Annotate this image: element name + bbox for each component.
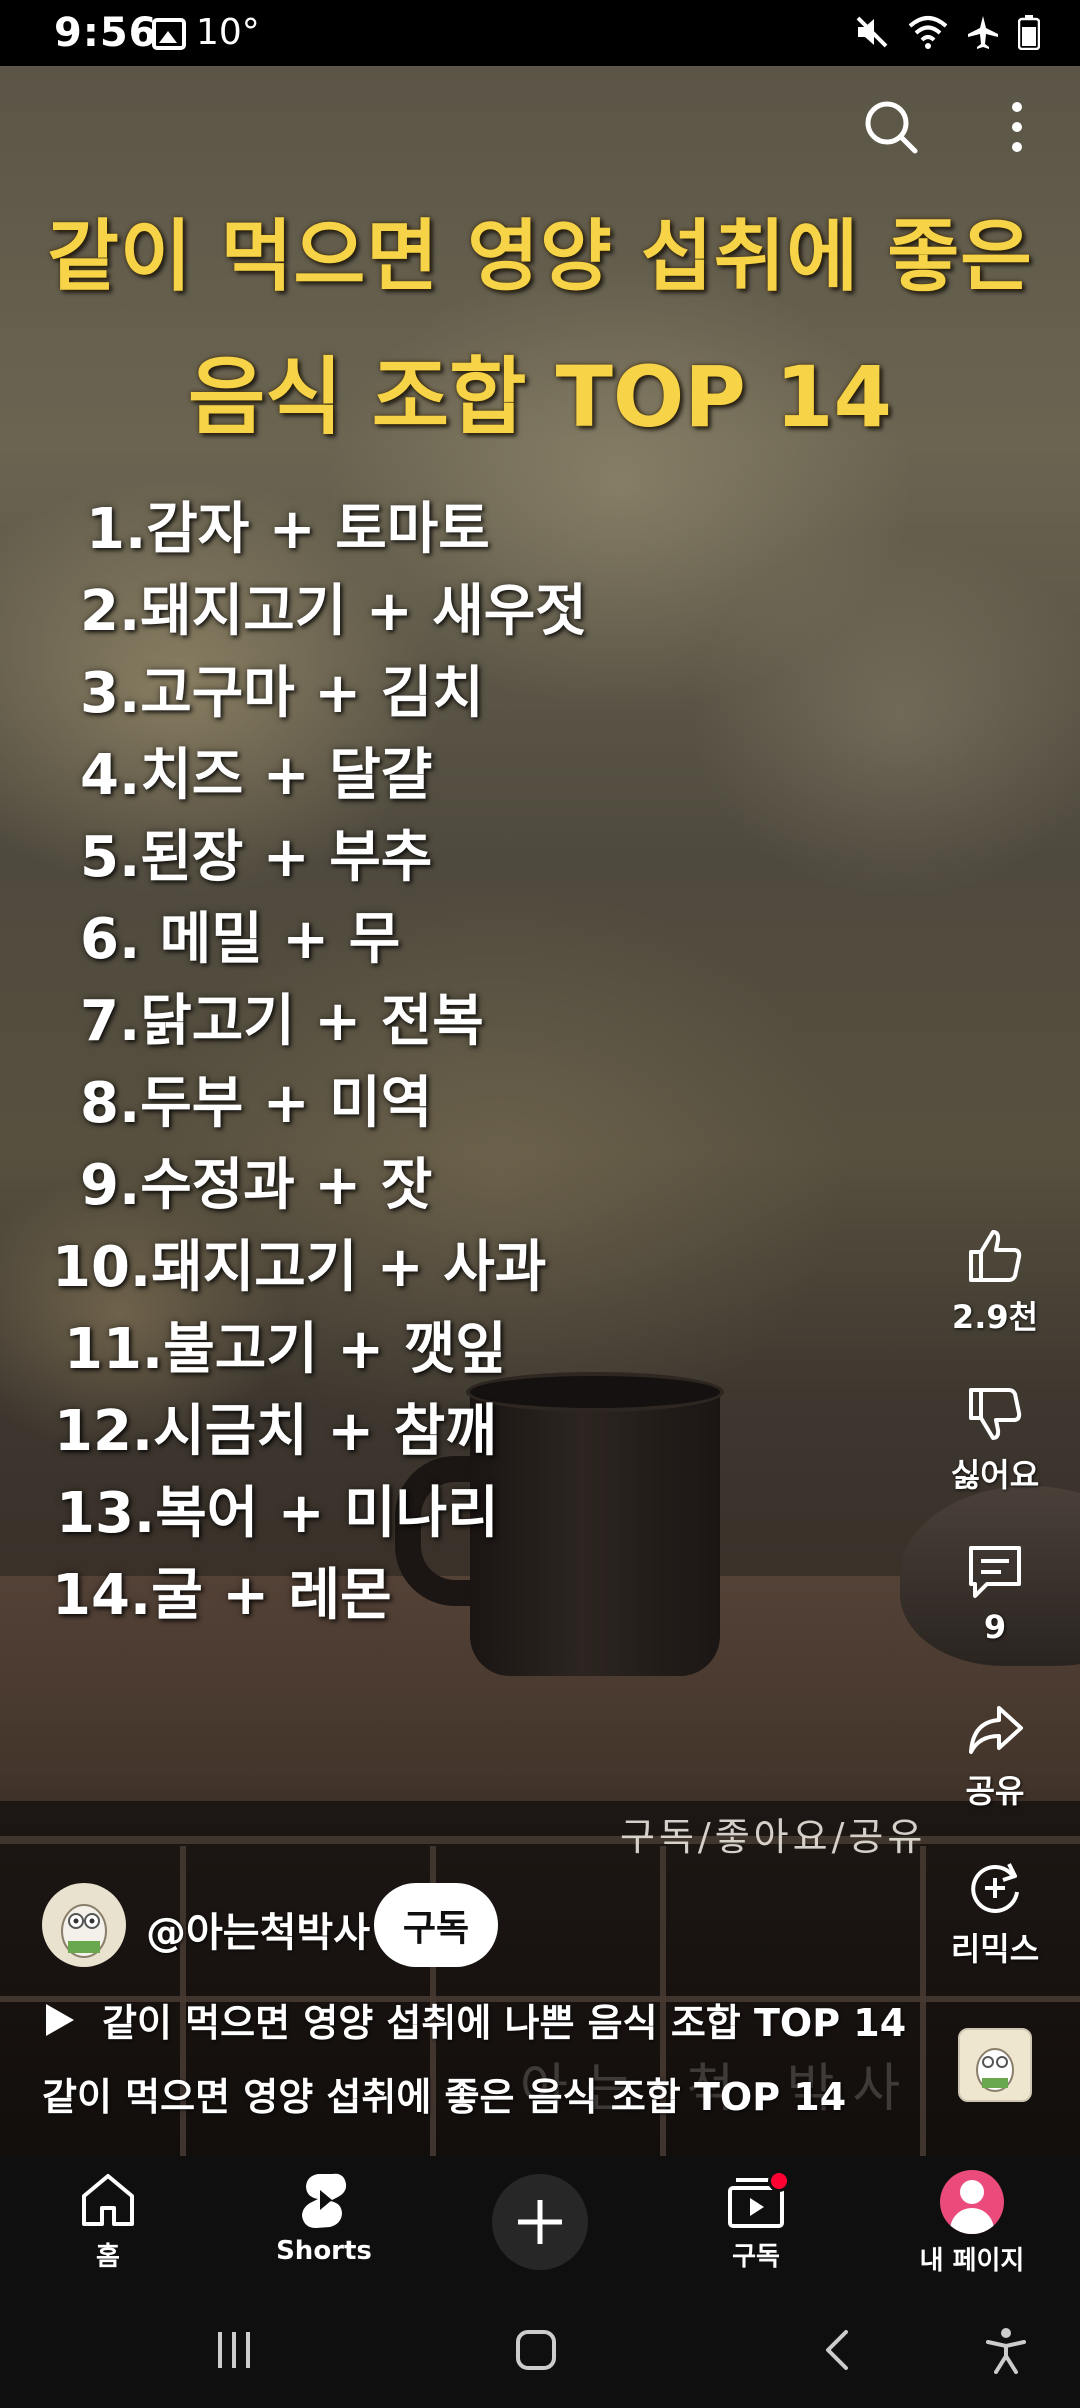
shorts-icon [302,2173,347,2228]
list-item: 1.감자 + 토마토 [86,497,490,562]
wifi-icon [908,16,948,49]
accessibility-button[interactable] [974,2318,1038,2382]
owl-avatar-icon [61,1904,107,1958]
comments-button[interactable]: 9 [950,1542,1040,1646]
list-item: 10.돼지고기 + 사과 [52,1235,547,1300]
subscriptions-icon-wrap [676,2170,836,2230]
nav-subscriptions[interactable]: 구독 [676,2170,836,2273]
remix-icon [971,1863,1019,1913]
list-item: 12.시금치 + 참깨 [54,1399,497,1464]
list-item: 5.된장 + 부추 [80,825,433,890]
nav-subscriptions-label: 구독 [732,2242,780,2272]
gallery-icon [152,18,186,50]
airplane-icon [968,16,998,49]
profile-avatar [940,2170,1004,2234]
list-item: 7.닭고기 + 전복 [80,989,484,1054]
nav-home-label: 홈 [96,2242,120,2272]
share-label: 공유 [965,1772,1025,1810]
list-item: 4.치즈 + 달걀 [80,743,433,808]
mug [470,1386,720,1676]
comment-icon [969,1546,1021,1598]
home-system-button[interactable] [504,2318,568,2382]
status-time: 9:56 [54,10,158,56]
thumbs-down-icon [969,1388,1022,1440]
like-count: 2.9천 [951,1298,1039,1336]
owl-thumbnail-icon [976,2048,1014,2092]
list-item: 11.불고기 + 깻잎 [64,1317,507,1382]
create-button[interactable] [492,2174,588,2270]
remix-button[interactable]: 리믹스 [950,1858,1040,1970]
comment-count: 9 [983,1608,1007,1646]
list-item: 8.두부 + 미역 [80,1071,433,1136]
recent-apps-button[interactable] [202,2318,266,2382]
sound-thumbnail[interactable] [958,2028,1032,2102]
dislike-label: 싫어요 [950,1456,1040,1494]
overlay-title-line1: 같이 먹으면 영양 섭취에 좋은 [47,212,1033,302]
channel-avatar[interactable] [42,1883,126,1967]
overlay-title-line2: 음식 조합 TOP 14 [187,348,893,446]
list-item: 2.돼지고기 + 새우젓 [80,579,587,644]
thumbs-up-icon [969,1230,1022,1282]
play-icon [46,2003,74,2036]
share-button[interactable]: 공유 [950,1700,1040,1812]
nav-shorts-label: Shorts [276,2236,372,2266]
shorts-video-player[interactable]: 같이 먹으면 영양 섭취에 좋은 음식 조합 TOP 14 1.감자 + 토마토… [0,66,1080,2156]
mute-icon [856,16,888,48]
dislike-button[interactable]: 싫어요 [950,1384,1040,1496]
search-icon [865,101,918,154]
list-item: 3.고구마 + 김치 [80,661,484,726]
status-temperature: 10° [196,12,260,53]
notification-dot [768,2170,790,2192]
home-icon [82,2174,134,2226]
remix-label: 리믹스 [950,1930,1040,1968]
nav-shorts[interactable]: Shorts [244,2170,404,2266]
recent-apps-icon [218,2332,250,2368]
subscribe-button[interactable]: 구독 [374,1883,498,1967]
accessibility-icon [986,2328,1026,2374]
back-chevron-icon [826,2330,848,2370]
battery-icon [1018,15,1040,50]
status-bar: 9:56 10° [0,0,1080,66]
list-item: 14.굴 + 레몬 [52,1563,392,1628]
nav-home[interactable]: 홈 [28,2170,188,2273]
more-vertical-icon [1012,102,1022,152]
more-options-button[interactable] [982,92,1052,162]
status-icons [854,14,1040,50]
list-item: 13.복어 + 미나리 [56,1481,499,1546]
like-button[interactable]: 2.9천 [950,1226,1040,1338]
background-line [920,1846,926,2156]
search-button[interactable] [856,92,926,162]
related-video-title: 같이 먹으면 영양 섭취에 나쁜 음식 조합 TOP 14 [102,2001,907,2045]
nav-my-page[interactable]: 내 페이지 [892,2170,1052,2277]
back-button[interactable] [806,2318,870,2382]
system-navigation-bar [0,2290,1080,2408]
list-item: 6. 메밀 + 무 [80,907,401,972]
channel-handle[interactable]: @아는척박사 [146,1900,370,1958]
plus-icon [518,2200,562,2244]
bottom-navigation: 홈 Shorts 구독 내 페이지 [0,2156,1080,2290]
related-video-link[interactable]: 같이 먹으면 영양 섭취에 나쁜 음식 조합 TOP 14 [46,1992,906,2047]
home-square-icon [516,2330,556,2370]
nav-my-page-label: 내 페이지 [919,2246,1025,2276]
video-caption[interactable]: 같이 먹으면 영양 섭취에 좋은 음식 조합 TOP 14 [42,2066,846,2121]
share-icon [969,1706,1023,1754]
list-item: 9.수정과 + 잣 [80,1153,433,1218]
video-watermark-text: 구독/좋아요/공유 [620,1815,927,1859]
